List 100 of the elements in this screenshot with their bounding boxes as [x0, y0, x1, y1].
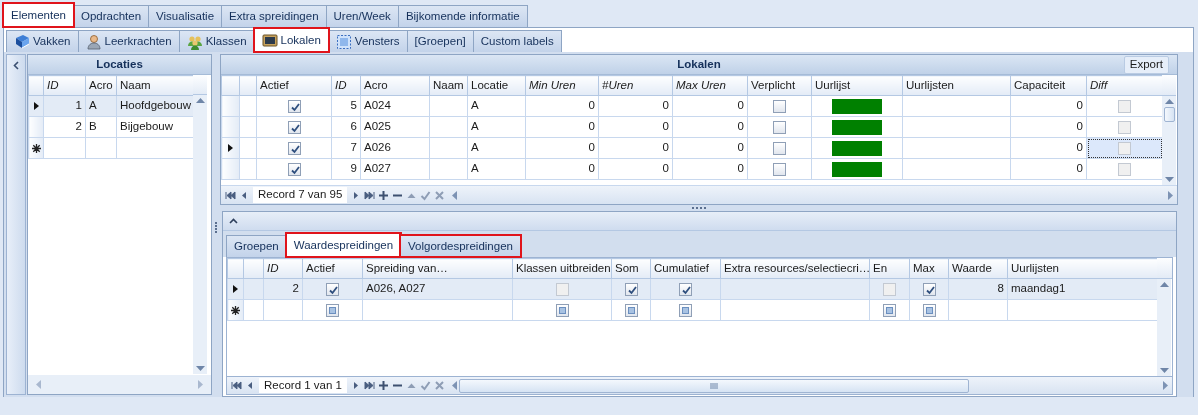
- first-record-icon[interactable]: [231, 380, 242, 392]
- scrollbar-thumb[interactable]: [1163, 107, 1175, 122]
- confirm-icon[interactable]: [420, 380, 431, 392]
- scroll-left-icon[interactable]: [452, 381, 457, 391]
- tab[interactable]: Opdrachten: [73, 5, 150, 27]
- horizontal-scrollbar[interactable]: [28, 375, 211, 394]
- column-header[interactable]: Acro: [360, 75, 430, 96]
- column-header[interactable]: Waarde: [948, 258, 1008, 279]
- checkbox[interactable]: [773, 99, 786, 113]
- tab[interactable]: Leerkrachten: [77, 30, 180, 52]
- column-header[interactable]: Naam: [116, 75, 193, 96]
- tab[interactable]: Custom labels: [472, 30, 562, 52]
- scroll-right-icon[interactable]: [198, 380, 203, 389]
- vertical-scrollbar[interactable]: [193, 95, 207, 374]
- checkbox[interactable]: [773, 141, 786, 155]
- add-icon[interactable]: [378, 380, 389, 392]
- column-header[interactable]: Uurlijsten: [1007, 258, 1157, 279]
- scroll-up-icon[interactable]: [195, 98, 205, 103]
- first-record-icon[interactable]: [225, 189, 236, 201]
- tab[interactable]: Elementen: [3, 3, 74, 27]
- tab[interactable]: Extra spreidingen: [221, 5, 327, 27]
- column-header[interactable]: ID: [331, 75, 361, 96]
- checkbox[interactable]: [287, 99, 301, 113]
- column-header[interactable]: Max: [909, 258, 949, 279]
- checkbox[interactable]: [287, 141, 301, 155]
- scroll-right-icon[interactable]: [1168, 190, 1173, 200]
- last-record-icon[interactable]: [364, 380, 375, 392]
- column-header[interactable]: Extra resources/selectiecri…: [720, 258, 870, 279]
- scroll-up-icon[interactable]: [1164, 99, 1174, 104]
- column-header[interactable]: Actief: [256, 75, 332, 96]
- tab[interactable]: Waardespreidingen: [285, 233, 402, 258]
- column-header[interactable]: Cumulatief: [650, 258, 721, 279]
- table-cell: 9: [331, 158, 361, 180]
- scroll-right-icon[interactable]: [1163, 381, 1168, 391]
- column-header[interactable]: Min Uren: [525, 75, 599, 96]
- scroll-up-icon[interactable]: [1159, 282, 1169, 288]
- last-record-icon[interactable]: [364, 189, 376, 201]
- checkbox[interactable]: [773, 120, 786, 134]
- confirm-icon[interactable]: [420, 189, 432, 201]
- column-header[interactable]: Naam: [429, 75, 468, 96]
- column-header[interactable]: ID: [43, 75, 86, 96]
- checkbox[interactable]: [922, 282, 936, 296]
- checkbox[interactable]: [679, 282, 692, 296]
- column-header: [193, 75, 207, 95]
- row-indicator[interactable]: [28, 95, 44, 117]
- checkbox[interactable]: [326, 282, 339, 296]
- column-header[interactable]: Locatie: [467, 75, 526, 96]
- vertical-scrollbar[interactable]: [1157, 279, 1171, 377]
- add-icon[interactable]: [378, 189, 390, 201]
- scroll-down-icon[interactable]: [195, 366, 205, 371]
- row-pointer-icon: [233, 285, 238, 294]
- column-header[interactable]: #Uren: [598, 75, 673, 96]
- column-header[interactable]: Spreiding van…: [362, 258, 513, 279]
- table-cell: 7: [331, 137, 361, 159]
- checkbox[interactable]: [326, 303, 339, 317]
- row-indicator[interactable]: [227, 278, 244, 300]
- checkbox[interactable]: [624, 282, 638, 296]
- cancel-icon[interactable]: [434, 189, 446, 201]
- tab[interactable]: Vensters: [327, 30, 408, 52]
- tab[interactable]: Vakken: [6, 30, 79, 52]
- vertical-scrollbar[interactable]: [1162, 96, 1176, 185]
- scroll-down-icon[interactable]: [1164, 177, 1174, 182]
- tab[interactable]: Bijkomende informatie: [397, 5, 528, 27]
- export-button[interactable]: Export: [1123, 56, 1169, 74]
- scroll-down-icon[interactable]: [1159, 368, 1169, 374]
- tab[interactable]: Volgordespreidingen: [400, 235, 521, 258]
- column-header[interactable]: Capaciteit: [1010, 75, 1087, 96]
- tab[interactable]: Klassen: [178, 30, 255, 52]
- column-header[interactable]: Som: [611, 258, 651, 279]
- checkbox[interactable]: [679, 303, 692, 317]
- collapse-icon[interactable]: [229, 218, 238, 225]
- column-header[interactable]: Verplicht: [747, 75, 812, 96]
- row-indicator[interactable]: [227, 299, 244, 321]
- column-header[interactable]: ID: [263, 258, 303, 279]
- tab[interactable]: Lokalen: [253, 28, 329, 52]
- new-row-icon: [32, 143, 41, 153]
- scroll-left-icon[interactable]: [36, 380, 41, 389]
- table-cell: 0: [598, 158, 673, 180]
- tab[interactable]: [Groepen]: [406, 30, 474, 52]
- tab[interactable]: Visualisatie: [148, 5, 223, 27]
- checkbox[interactable]: [287, 120, 301, 134]
- column-header[interactable]: Actief: [302, 258, 363, 279]
- checkbox[interactable]: [287, 162, 301, 176]
- column-header[interactable]: Uurlijst: [811, 75, 903, 96]
- tab[interactable]: Uren/Week: [325, 5, 399, 27]
- scrollbar-thumb[interactable]: [459, 378, 969, 393]
- tab[interactable]: Groepen: [226, 235, 287, 258]
- cancel-icon[interactable]: [434, 380, 445, 392]
- column-header[interactable]: Acro: [85, 75, 117, 96]
- checkbox[interactable]: [773, 162, 786, 176]
- splitter-grip-icon[interactable]: [692, 207, 706, 210]
- checkbox[interactable]: [624, 303, 638, 317]
- row-indicator[interactable]: [28, 137, 44, 159]
- collapse-icon[interactable]: [12, 61, 20, 70]
- column-header: [221, 75, 240, 96]
- column-header[interactable]: Max Uren: [672, 75, 748, 96]
- row-indicator[interactable]: [221, 137, 240, 159]
- column-header[interactable]: Uurlijsten: [902, 75, 1011, 96]
- scroll-left-icon[interactable]: [452, 190, 458, 200]
- checkbox[interactable]: [922, 303, 936, 317]
